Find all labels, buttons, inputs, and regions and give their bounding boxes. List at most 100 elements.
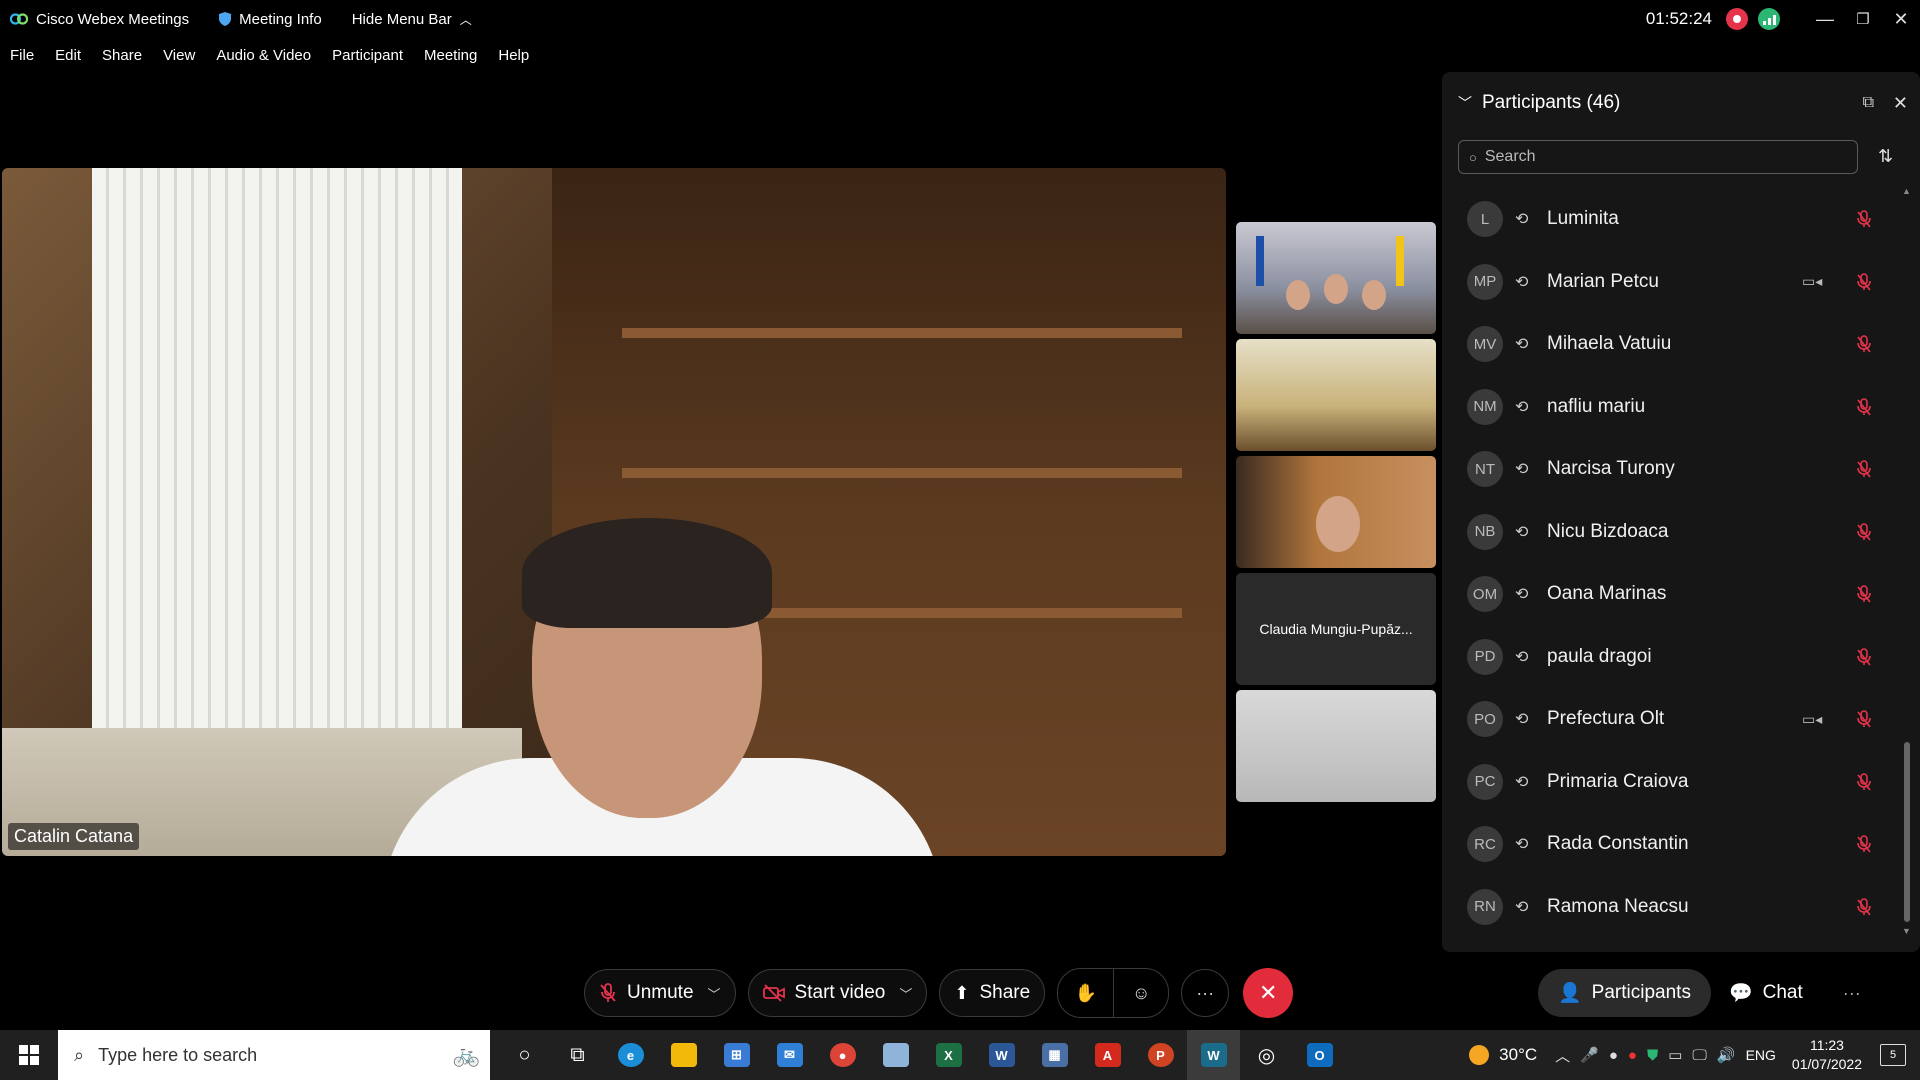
powerpoint-icon[interactable]: P bbox=[1134, 1030, 1187, 1080]
minimize-button[interactable]: — bbox=[1806, 0, 1844, 38]
menu-view[interactable]: View bbox=[163, 47, 195, 64]
close-panel-icon[interactable]: ✕ bbox=[1893, 93, 1908, 114]
mic-off-icon[interactable] bbox=[1854, 334, 1874, 354]
taskbar-search-box[interactable]: ⌕ Type here to search 🚲 bbox=[58, 1030, 490, 1080]
weather-icon[interactable] bbox=[1469, 1045, 1490, 1065]
acrobat-icon[interactable]: A bbox=[1081, 1030, 1134, 1080]
mic-off-icon[interactable] bbox=[1854, 647, 1874, 667]
tray-app-icon[interactable]: ● bbox=[1628, 1047, 1637, 1064]
volume-icon[interactable]: 🔊 bbox=[1717, 1046, 1736, 1064]
participant-row[interactable]: NB ⟲ Nicu Bizdoaca bbox=[1442, 501, 1912, 564]
participant-row[interactable]: RN ⟲ Ramona Neacsu bbox=[1442, 876, 1912, 939]
participants-button-label: Participants bbox=[1591, 982, 1691, 1003]
more-options-icon[interactable]: ··· bbox=[1181, 969, 1230, 1017]
speaker-figure bbox=[382, 518, 942, 856]
reactions-icon[interactable]: ☺ bbox=[1113, 969, 1168, 1017]
participant-list-scrollbar[interactable] bbox=[1904, 172, 1910, 932]
webex-taskbar-icon[interactable]: W bbox=[1187, 1030, 1240, 1080]
raise-hand-icon[interactable]: ✋ bbox=[1058, 969, 1113, 1017]
excel-icon[interactable]: X bbox=[922, 1030, 975, 1080]
task-view-icon[interactable]: ⧉ bbox=[551, 1030, 604, 1080]
participant-row[interactable]: PO ⟲ Prefectura Olt ▭◂ bbox=[1442, 688, 1912, 751]
mic-off-icon[interactable] bbox=[1854, 834, 1874, 854]
word-icon[interactable]: W bbox=[975, 1030, 1028, 1080]
mic-off-icon[interactable] bbox=[1854, 272, 1874, 292]
participant-row[interactable]: OM ⟲ Oana Marinas bbox=[1442, 563, 1912, 626]
mic-off-icon[interactable] bbox=[1854, 709, 1874, 729]
participant-row[interactable]: NM ⟲ nafliu mariu bbox=[1442, 376, 1912, 439]
outlook-icon[interactable]: O bbox=[1293, 1030, 1346, 1080]
network-signal-icon[interactable] bbox=[1758, 8, 1780, 30]
edge-icon[interactable]: e bbox=[604, 1030, 657, 1080]
scroll-down-arrow-icon[interactable]: ▼ bbox=[1902, 926, 1911, 936]
photos-icon[interactable] bbox=[869, 1030, 922, 1080]
participants-search-input[interactable] bbox=[1484, 148, 1815, 166]
video-thumbnail[interactable] bbox=[1236, 690, 1436, 802]
store-icon[interactable]: ⊞ bbox=[710, 1030, 763, 1080]
hide-menu-bar-button[interactable]: Hide Menu Bar ︿ bbox=[352, 11, 472, 28]
video-thumbnail[interactable] bbox=[1236, 456, 1436, 568]
menu-share[interactable]: Share bbox=[102, 47, 142, 64]
participant-row[interactable]: PD ⟲ paula dragoi bbox=[1442, 626, 1912, 689]
collapse-chevron-icon[interactable]: ﹀ bbox=[1458, 93, 1472, 113]
calculator-icon[interactable]: ▦ bbox=[1028, 1030, 1081, 1080]
mic-off-icon[interactable] bbox=[1854, 584, 1874, 604]
file-explorer-icon[interactable] bbox=[657, 1030, 710, 1080]
chat-button[interactable]: 💬 Chat bbox=[1729, 981, 1803, 1005]
recording-icon[interactable] bbox=[1726, 8, 1748, 30]
unmute-button[interactable]: Unmute ﹀ bbox=[584, 969, 736, 1017]
chevron-up-icon[interactable]: ︿ bbox=[1555, 1045, 1570, 1066]
restore-button[interactable]: ❐ bbox=[1844, 0, 1882, 38]
menu-audio-video[interactable]: Audio & Video bbox=[216, 47, 311, 64]
video-thumbnail[interactable] bbox=[1236, 339, 1436, 451]
mic-off-icon[interactable] bbox=[1854, 397, 1874, 417]
menu-file[interactable]: File bbox=[10, 47, 34, 64]
sort-icon[interactable]: ⇅ bbox=[1878, 146, 1893, 167]
video-thumbnail[interactable] bbox=[1236, 222, 1436, 334]
chevron-down-icon[interactable]: ﹀ bbox=[708, 984, 721, 1003]
microphone-icon[interactable]: 🎤 bbox=[1580, 1046, 1599, 1064]
menu-edit[interactable]: Edit bbox=[55, 47, 81, 64]
participants-button[interactable]: 👤 Participants bbox=[1538, 969, 1711, 1017]
share-button[interactable]: ⬆ Share bbox=[939, 969, 1046, 1017]
security-shield-icon[interactable]: ⛊ bbox=[1647, 1047, 1658, 1064]
menu-participant[interactable]: Participant bbox=[332, 47, 403, 64]
chrome-icon[interactable]: ● bbox=[816, 1030, 869, 1080]
notification-center-icon[interactable]: 5 bbox=[1880, 1044, 1906, 1066]
close-window-button[interactable]: ✕ bbox=[1882, 0, 1920, 38]
scrollbar-thumb[interactable] bbox=[1904, 742, 1910, 922]
start-video-button[interactable]: Start video ﹀ bbox=[747, 969, 928, 1017]
mic-off-icon[interactable] bbox=[1854, 772, 1874, 792]
battery-icon[interactable]: ▭ bbox=[1668, 1046, 1682, 1064]
temperature[interactable]: 30°C bbox=[1499, 1045, 1537, 1065]
menu-help[interactable]: Help bbox=[498, 47, 529, 64]
participant-row[interactable]: RC ⟲ Rada Constantin bbox=[1442, 813, 1912, 876]
participant-row[interactable]: MV ⟲ Mihaela Vatuiu bbox=[1442, 313, 1912, 376]
menu-meeting[interactable]: Meeting bbox=[424, 47, 477, 64]
participants-search-box[interactable]: ○ bbox=[1458, 140, 1858, 174]
more-panels-icon[interactable]: ··· bbox=[1843, 983, 1861, 1004]
start-button[interactable] bbox=[0, 1030, 58, 1080]
cortana-icon[interactable]: ○ bbox=[498, 1030, 551, 1080]
mic-off-icon[interactable] bbox=[1854, 459, 1874, 479]
active-speaker-video[interactable]: Catalin Catana bbox=[2, 168, 1226, 856]
chevron-down-icon[interactable]: ﹀ bbox=[899, 984, 912, 1003]
app-icon[interactable]: ◎ bbox=[1240, 1030, 1293, 1080]
mic-off-icon[interactable] bbox=[1854, 897, 1874, 917]
clock[interactable]: 11:23 01/07/2022 bbox=[1792, 1036, 1862, 1074]
pop-out-icon[interactable]: ⧉ bbox=[1863, 94, 1874, 112]
end-meeting-button[interactable]: ✕ bbox=[1243, 968, 1294, 1018]
mic-off-icon[interactable] bbox=[1854, 209, 1874, 229]
language-indicator[interactable]: ENG bbox=[1746, 1047, 1776, 1063]
participant-row[interactable]: NT ⟲ Narcisa Turony bbox=[1442, 438, 1912, 501]
participant-row[interactable]: PC ⟲ Primaria Craiova bbox=[1442, 751, 1912, 814]
mic-off-icon bbox=[600, 983, 616, 1002]
participant-row[interactable]: L ⟲ Luminita bbox=[1442, 188, 1912, 251]
tray-app-icon[interactable]: ● bbox=[1609, 1047, 1618, 1064]
network-icon[interactable]: 🖵 bbox=[1692, 1047, 1706, 1064]
meeting-info-button[interactable]: Meeting Info bbox=[219, 11, 322, 28]
mic-off-icon[interactable] bbox=[1854, 522, 1874, 542]
mail-icon[interactable]: ✉ bbox=[763, 1030, 816, 1080]
participant-row[interactable]: MP ⟲ Marian Petcu ▭◂ bbox=[1442, 251, 1912, 314]
video-thumbnail[interactable]: Claudia Mungiu-Pupăz... bbox=[1236, 573, 1436, 685]
